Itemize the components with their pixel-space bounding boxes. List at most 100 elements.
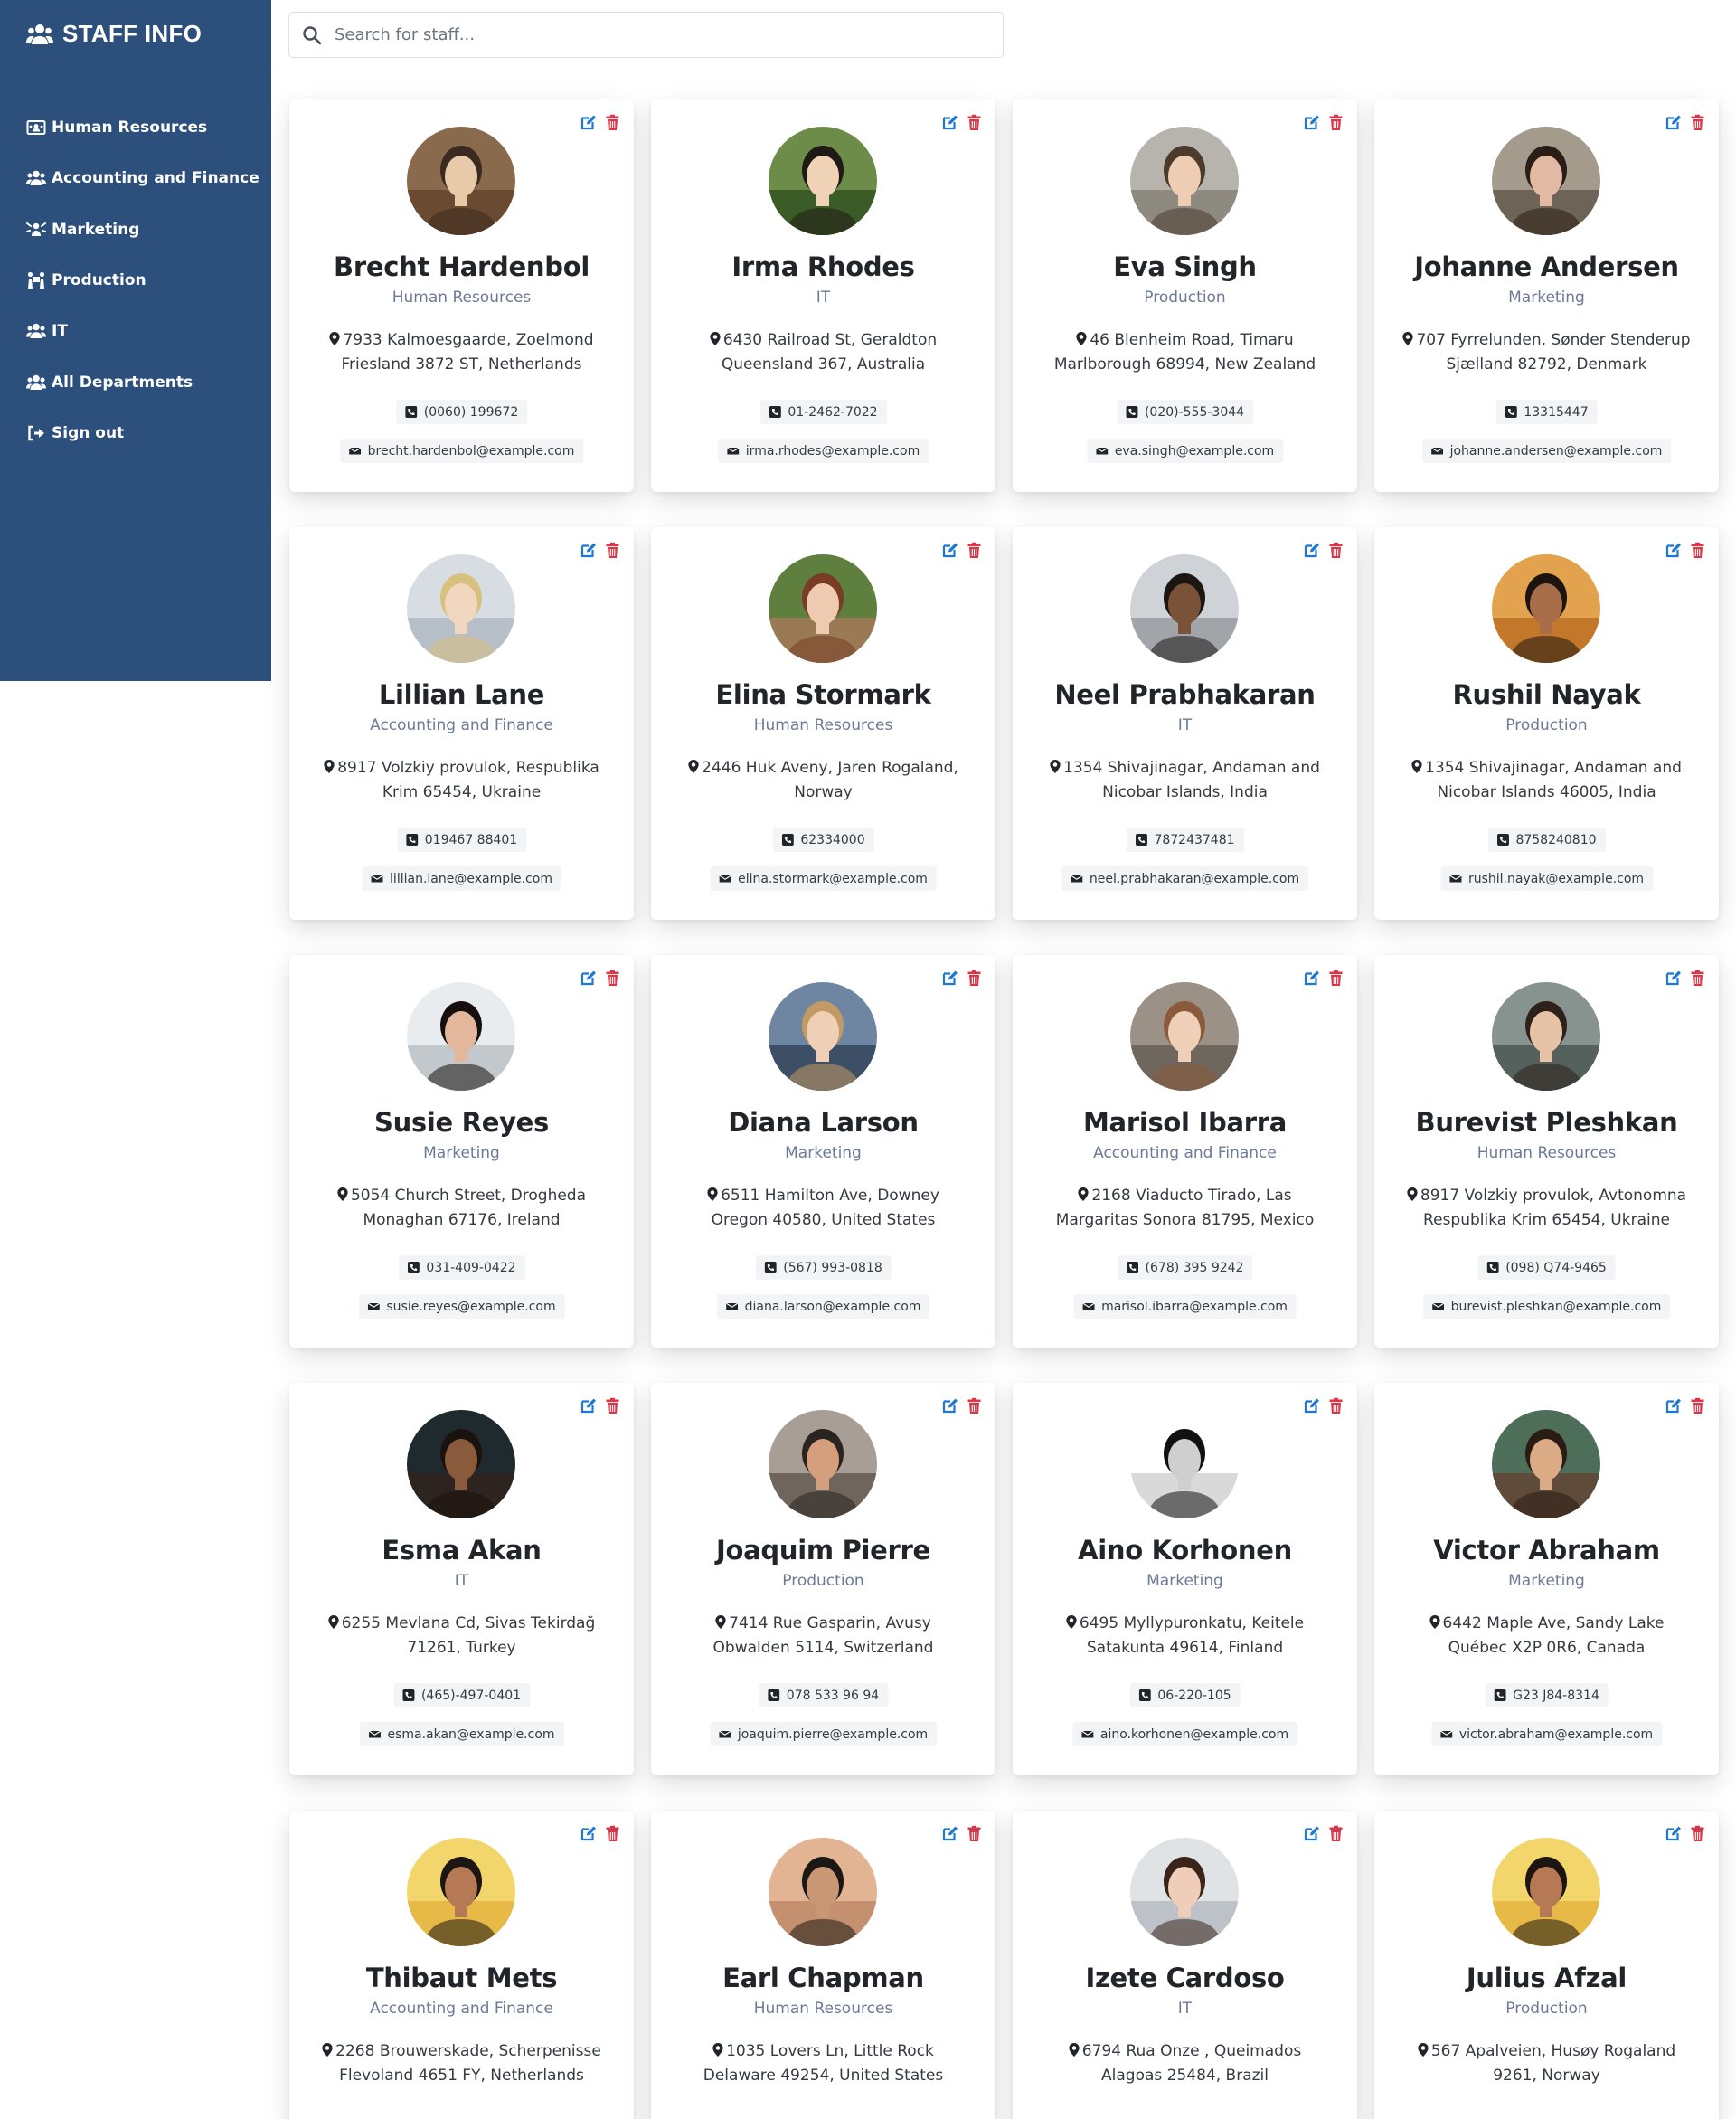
trash-icon[interactable] xyxy=(1327,114,1344,131)
edit-icon[interactable] xyxy=(1665,542,1682,559)
staff-name: Victor Abraham xyxy=(1433,1535,1660,1566)
staff-name: Lillian Lane xyxy=(378,679,545,710)
email-pill[interactable]: irma.rhodes@example.com xyxy=(717,439,929,463)
edit-icon[interactable] xyxy=(1665,1397,1682,1414)
staff-department: Human Resources xyxy=(753,2000,893,2018)
trash-icon[interactable] xyxy=(604,1397,621,1414)
staff-card: Rushil Nayak Production 1354 Shivajinagar,… xyxy=(1374,527,1719,920)
sidebar-item-marketing[interactable]: Marketing xyxy=(26,204,261,255)
edit-icon[interactable] xyxy=(941,542,958,559)
email-pill[interactable]: aino.korhonen@example.com xyxy=(1071,1722,1298,1746)
trash-icon[interactable] xyxy=(1689,1825,1706,1842)
trash-icon[interactable] xyxy=(966,1397,983,1414)
email-pill[interactable]: victor.abraham@example.com xyxy=(1430,1722,1663,1746)
edit-icon[interactable] xyxy=(580,114,597,131)
trash-icon[interactable] xyxy=(966,1825,983,1842)
staff-name: Burevist Pleshkan xyxy=(1415,1107,1678,1138)
map-marker-icon xyxy=(1418,2043,1429,2057)
email-pill[interactable]: johanne.andersen@example.com xyxy=(1421,439,1672,463)
trash-icon[interactable] xyxy=(1327,1825,1344,1842)
sidebar-item-sign-out[interactable]: Sign out xyxy=(26,408,261,459)
edit-icon[interactable] xyxy=(1303,1397,1320,1414)
sidebar-nav: Human Resources Accounting and Finance Mar… xyxy=(26,102,261,459)
trash-icon[interactable] xyxy=(1327,1397,1344,1414)
email-pill[interactable]: neel.prabhakaran@example.com xyxy=(1061,866,1309,891)
staff-name: Irma Rhodes xyxy=(731,251,915,282)
avatar xyxy=(769,554,877,663)
email-pill[interactable]: marisol.ibarra@example.com xyxy=(1073,1294,1297,1319)
email-pill[interactable]: rushil.nayak@example.com xyxy=(1439,866,1654,891)
edit-icon[interactable] xyxy=(1665,1825,1682,1842)
envelope-icon xyxy=(1431,1302,1444,1310)
staff-email: esma.akan@example.com xyxy=(387,1726,555,1742)
phone-icon xyxy=(1486,1262,1499,1273)
trash-icon[interactable] xyxy=(1689,970,1706,987)
avatar xyxy=(1492,127,1600,235)
phone-pill: 62334000 xyxy=(772,828,874,852)
edit-icon[interactable] xyxy=(1303,1825,1320,1842)
trash-icon[interactable] xyxy=(1689,114,1706,131)
trash-icon[interactable] xyxy=(1689,542,1706,559)
edit-icon[interactable] xyxy=(941,1397,958,1414)
edit-icon[interactable] xyxy=(1303,542,1320,559)
trash-icon[interactable] xyxy=(604,1825,621,1842)
edit-icon[interactable] xyxy=(1303,970,1320,987)
email-pill[interactable]: elina.stormark@example.com xyxy=(710,866,937,891)
phone-pill: (0060) 199672 xyxy=(395,400,528,424)
trash-icon[interactable] xyxy=(1327,542,1344,559)
staff-email: irma.rhodes@example.com xyxy=(745,443,920,459)
sidebar-item-all-departments[interactable]: All Departments xyxy=(26,356,261,407)
trash-icon[interactable] xyxy=(604,970,621,987)
email-pill[interactable]: lillian.lane@example.com xyxy=(362,866,561,891)
avatar xyxy=(769,982,877,1091)
email-pill[interactable]: eva.singh@example.com xyxy=(1086,439,1284,463)
edit-icon[interactable] xyxy=(1665,970,1682,987)
search-input[interactable] xyxy=(335,25,986,44)
trash-icon[interactable] xyxy=(966,114,983,131)
staff-phone: (465)-497-0401 xyxy=(420,1688,522,1703)
brand[interactable]: STAFF INFO xyxy=(26,20,202,48)
email-pill[interactable]: joaquim.pierre@example.com xyxy=(709,1722,938,1746)
envelope-icon xyxy=(1430,447,1443,455)
trash-icon[interactable] xyxy=(604,542,621,559)
edit-icon[interactable] xyxy=(941,970,958,987)
card-actions xyxy=(1303,114,1344,131)
sidebar-item-label: IT xyxy=(52,322,68,341)
trash-icon[interactable] xyxy=(1327,970,1344,987)
edit-icon[interactable] xyxy=(1665,114,1682,131)
address-line-2: 71261, Turkey xyxy=(407,1639,516,1657)
search-box[interactable] xyxy=(288,12,1004,58)
email-pill[interactable]: diana.larson@example.com xyxy=(716,1294,930,1319)
staff-department: Human Resources xyxy=(392,289,532,307)
trash-icon[interactable] xyxy=(1689,1397,1706,1414)
sidebar-item-label: Sign out xyxy=(52,423,125,442)
edit-icon[interactable] xyxy=(941,114,958,131)
email-pill[interactable]: esma.akan@example.com xyxy=(359,1722,564,1746)
staff-department: IT xyxy=(1177,2000,1193,2018)
trash-icon[interactable] xyxy=(966,970,983,987)
map-marker-icon xyxy=(707,1187,718,1201)
trash-icon[interactable] xyxy=(966,542,983,559)
edit-icon[interactable] xyxy=(580,1825,597,1842)
sidebar-item-accounting-and-finance[interactable]: Accounting and Finance xyxy=(26,153,261,203)
edit-icon[interactable] xyxy=(941,1825,958,1842)
edit-icon[interactable] xyxy=(580,542,597,559)
map-marker-icon xyxy=(1402,332,1414,345)
address-line-2: Nicobar Islands, India xyxy=(1102,783,1268,801)
map-marker-icon xyxy=(1429,1615,1440,1629)
map-marker-icon xyxy=(1407,1187,1418,1201)
trash-icon[interactable] xyxy=(604,114,621,131)
sidebar-item-human-resources[interactable]: Human Resources xyxy=(26,102,261,153)
staff-name: Rushil Nayak xyxy=(1452,679,1641,710)
edit-icon[interactable] xyxy=(580,970,597,987)
email-pill[interactable]: susie.reyes@example.com xyxy=(358,1294,565,1319)
edit-icon[interactable] xyxy=(580,1397,597,1414)
avatar xyxy=(1130,1410,1239,1518)
email-pill[interactable]: burevist.pleshkan@example.com xyxy=(1422,1294,1671,1319)
email-pill[interactable]: brecht.hardenbol@example.com xyxy=(339,439,584,463)
staff-card: Neel Prabhakaran IT 1354 Shivajinagar, And… xyxy=(1013,527,1357,920)
sidebar-item-it[interactable]: IT xyxy=(26,306,261,356)
staff-card: Eva Singh Production 46 Blenheim Road, Tim… xyxy=(1013,99,1357,492)
edit-icon[interactable] xyxy=(1303,114,1320,131)
sidebar-item-production[interactable]: Production xyxy=(26,255,261,306)
